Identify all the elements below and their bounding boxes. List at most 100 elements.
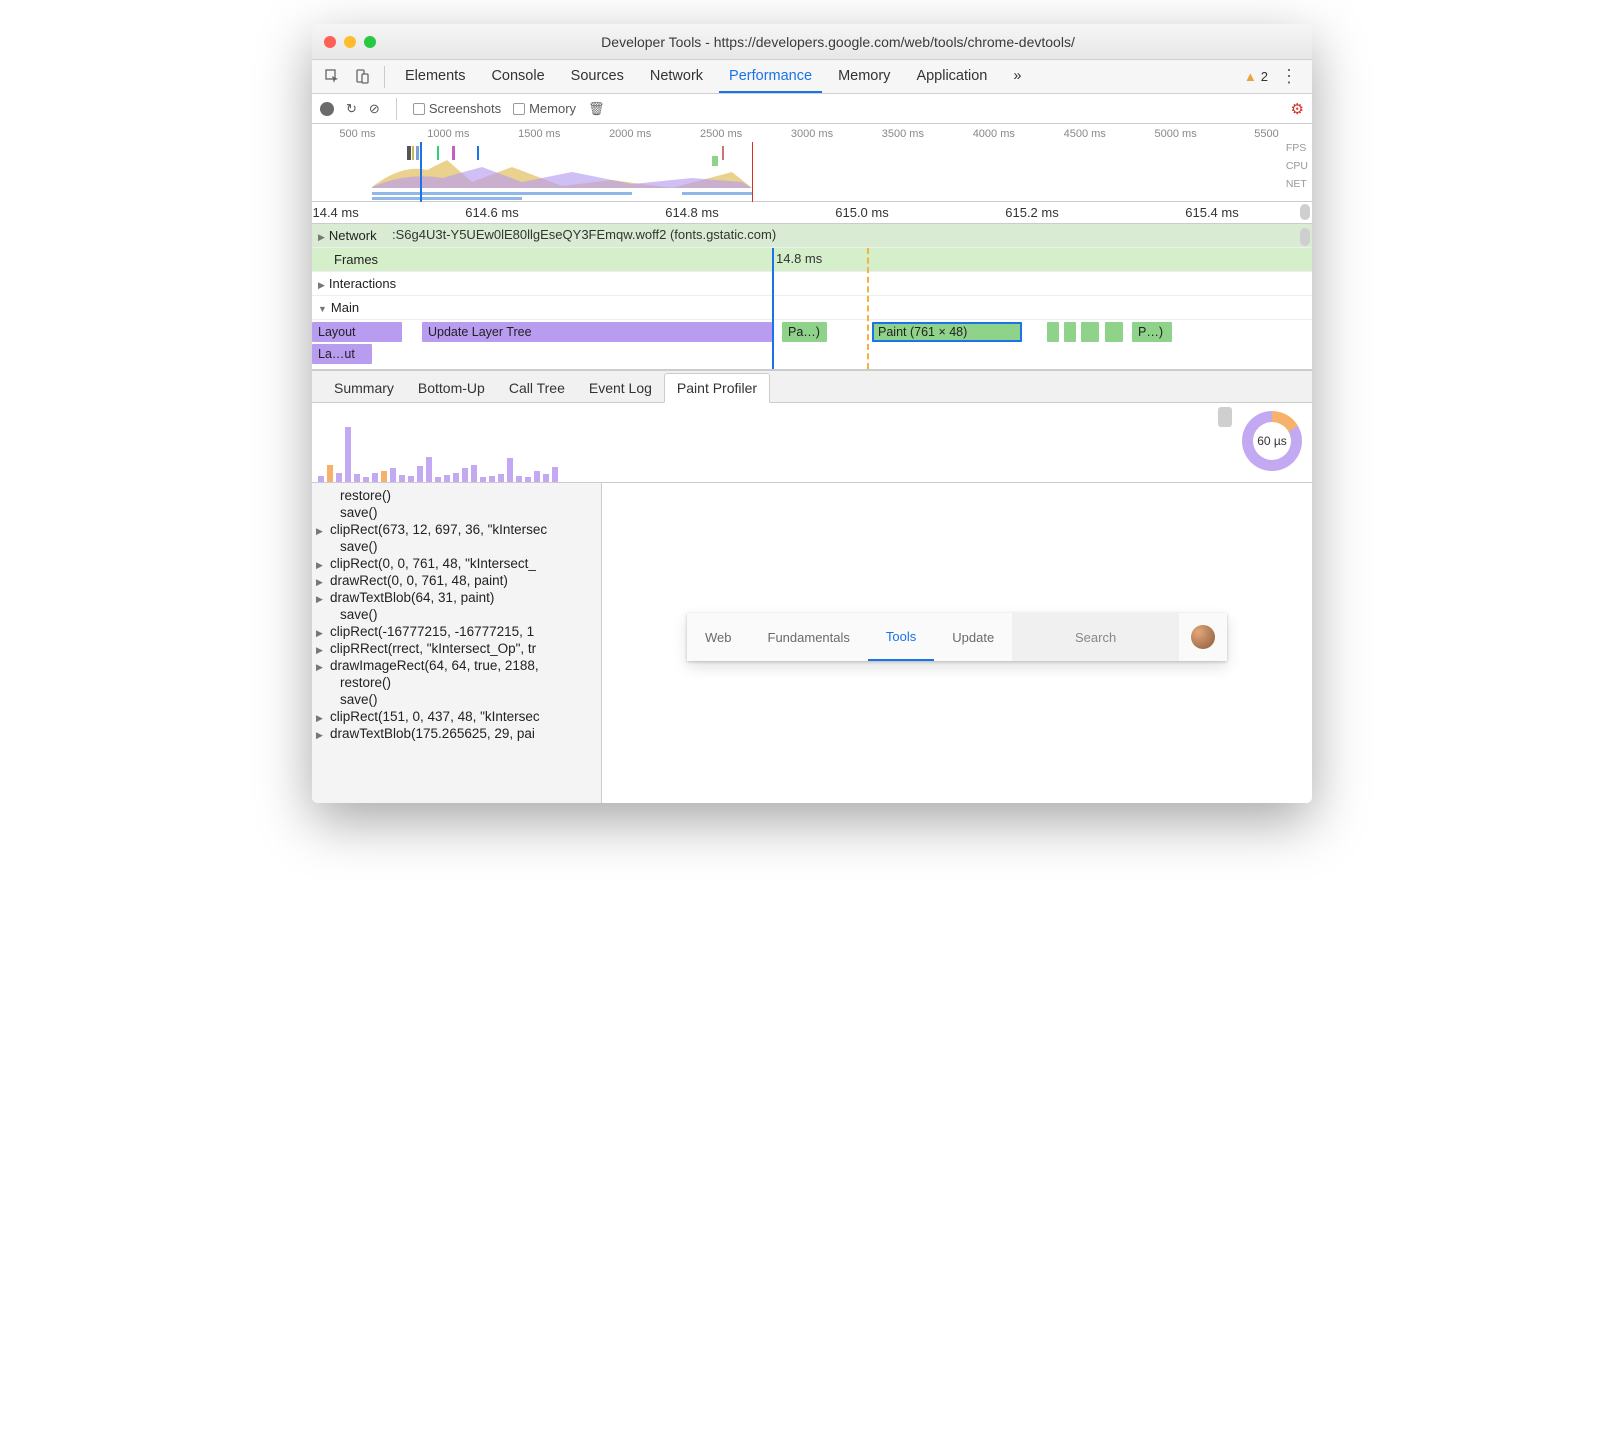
paint-command[interactable]: drawImageRect(64, 64, true, 2188, xyxy=(312,657,601,674)
paint-command[interactable]: clipRect(-16777215, -16777215, 1 xyxy=(312,623,601,640)
histo-bar[interactable] xyxy=(381,471,387,482)
histo-bar[interactable] xyxy=(372,473,378,482)
network-track[interactable]: Network :S6g4U3t-Y5UEw0lE80llgEseQY3FEmq… xyxy=(312,224,1312,248)
kebab-icon[interactable]: ⋮ xyxy=(1274,66,1304,87)
inspect-icon[interactable] xyxy=(320,65,344,89)
reload-icon[interactable]: ↻ xyxy=(346,101,357,117)
main-track[interactable]: LayoutLa…ut Update Layer Tree Pa…) Paint (7… xyxy=(312,320,1312,370)
flame-event[interactable] xyxy=(1081,322,1099,342)
tab-memory[interactable]: Memory xyxy=(828,60,900,93)
histo-bar[interactable] xyxy=(435,477,441,482)
paint-command[interactable]: save() xyxy=(312,538,601,555)
histo-bar[interactable] xyxy=(471,465,477,482)
histo-bar[interactable] xyxy=(345,427,351,482)
histo-bar[interactable] xyxy=(318,476,324,482)
paint-command[interactable]: restore() xyxy=(312,487,601,504)
tab-network[interactable]: Network xyxy=(640,60,713,93)
paint-command-list[interactable]: restore()save()clipRect(673, 12, 697, 36… xyxy=(312,483,602,803)
gear-icon[interactable]: ⚙ xyxy=(1291,100,1304,118)
paint-command[interactable]: drawRect(0, 0, 761, 48, paint) xyxy=(312,572,601,589)
histo-bar[interactable] xyxy=(327,465,333,482)
histo-bar[interactable] xyxy=(444,475,450,482)
flame-ruler[interactable]: 614.4 ms614.6 ms614.8 ms615.0 ms615.2 ms… xyxy=(312,202,1312,224)
tab-console[interactable]: Console xyxy=(481,60,554,93)
histo-bar[interactable] xyxy=(525,477,531,482)
paint-command[interactable]: save() xyxy=(312,691,601,708)
screenshots-checkbox[interactable]: Screenshots xyxy=(413,101,501,116)
histo-bar[interactable] xyxy=(453,473,459,482)
histo-bar[interactable] xyxy=(390,468,396,482)
histo-bar[interactable] xyxy=(552,467,558,482)
flame-event[interactable] xyxy=(1105,322,1123,342)
flame-chart[interactable]: Network :S6g4U3t-Y5UEw0lE80llgEseQY3FEmq… xyxy=(312,224,1312,371)
flame-event[interactable]: La…ut xyxy=(312,344,372,364)
histo-bar[interactable] xyxy=(480,477,486,482)
histo-bar[interactable] xyxy=(507,458,513,482)
tab-sources[interactable]: Sources xyxy=(561,60,634,93)
details-tab-paint-profiler[interactable]: Paint Profiler xyxy=(664,373,770,403)
histo-bar[interactable] xyxy=(399,475,405,482)
trash-icon[interactable]: 🗑 xyxy=(588,101,605,117)
histo-bar[interactable] xyxy=(426,457,432,482)
warning-badge[interactable]: ▲2 xyxy=(1244,69,1268,84)
close-icon[interactable] xyxy=(324,36,336,48)
histo-bar[interactable] xyxy=(354,474,360,482)
histo-bar[interactable] xyxy=(462,468,468,482)
details-tab-bottom-up[interactable]: Bottom-Up xyxy=(406,374,497,402)
tab-application[interactable]: Application xyxy=(906,60,997,93)
ruler-tick: 615.2 ms xyxy=(1005,205,1058,220)
overview-tick: 500 ms xyxy=(312,128,403,140)
paint-command[interactable]: restore() xyxy=(312,674,601,691)
preview-search: Search xyxy=(1012,613,1179,661)
zoom-icon[interactable] xyxy=(364,36,376,48)
paint-command[interactable]: save() xyxy=(312,606,601,623)
paint-command[interactable]: drawTextBlob(64, 31, paint) xyxy=(312,589,601,606)
details-tab-call-tree[interactable]: Call Tree xyxy=(497,374,577,402)
paint-command[interactable]: clipRect(151, 0, 437, 48, "kIntersec xyxy=(312,708,601,725)
interactions-track[interactable]: Interactions xyxy=(312,272,1312,296)
histo-bar[interactable] xyxy=(417,466,423,482)
tab-performance[interactable]: Performance xyxy=(719,60,822,93)
network-label: Network xyxy=(329,228,377,243)
clear-icon[interactable]: ⊘ xyxy=(369,101,380,117)
scrollbar-thumb[interactable] xyxy=(1300,228,1310,246)
histo-bar[interactable] xyxy=(336,473,342,482)
main-track-header[interactable]: Main xyxy=(312,296,1312,320)
flame-event[interactable]: Paint (761 × 48) xyxy=(872,322,1022,342)
memory-checkbox[interactable]: Memory xyxy=(513,101,576,116)
paint-histogram[interactable]: 60 µs xyxy=(312,403,1312,483)
histo-bar[interactable] xyxy=(489,476,495,482)
record-button[interactable] xyxy=(320,102,334,116)
frames-track[interactable]: Frames 14.8 ms xyxy=(312,248,1312,272)
paint-command[interactable]: clipRect(673, 12, 697, 36, "kIntersec xyxy=(312,521,601,538)
minimize-icon[interactable] xyxy=(344,36,356,48)
details-tab-event-log[interactable]: Event Log xyxy=(577,374,664,402)
histo-bar[interactable] xyxy=(516,476,522,482)
histo-bar[interactable] xyxy=(543,474,549,482)
frame-cursor xyxy=(867,248,869,369)
tab-elements[interactable]: Elements xyxy=(395,60,475,93)
details-tab-summary[interactable]: Summary xyxy=(322,374,406,402)
device-icon[interactable] xyxy=(350,65,374,89)
flame-event[interactable]: Pa…) xyxy=(782,322,827,342)
paint-command[interactable]: drawTextBlob(175.265625, 29, pai xyxy=(312,725,601,742)
scrollbar-thumb[interactable] xyxy=(1300,204,1310,220)
overview-chart xyxy=(312,142,1282,202)
paint-command[interactable]: clipRect(0, 0, 761, 48, "kIntersect_ xyxy=(312,555,601,572)
histo-bar[interactable] xyxy=(498,474,504,482)
paint-command[interactable]: save() xyxy=(312,504,601,521)
overview-tick: 1500 ms xyxy=(494,128,585,140)
tab-overflow[interactable]: » xyxy=(1003,60,1031,93)
flame-event[interactable]: P…) xyxy=(1132,322,1172,342)
scrollbar-thumb[interactable] xyxy=(1218,407,1232,427)
flame-event[interactable] xyxy=(1047,322,1059,342)
flame-event[interactable]: Layout xyxy=(312,322,402,342)
flame-event[interactable]: Update Layer Tree xyxy=(422,322,772,342)
flame-event[interactable] xyxy=(1064,322,1076,342)
histo-bar[interactable] xyxy=(534,471,540,482)
histo-bar[interactable] xyxy=(363,477,369,482)
overview-timeline[interactable]: 500 ms1000 ms1500 ms2000 ms2500 ms3000 m… xyxy=(312,124,1312,202)
devtools-window: Developer Tools - https://developers.goo… xyxy=(312,24,1312,803)
paint-command[interactable]: clipRRect(rrect, "kIntersect_Op", tr xyxy=(312,640,601,657)
histo-bar[interactable] xyxy=(408,476,414,482)
